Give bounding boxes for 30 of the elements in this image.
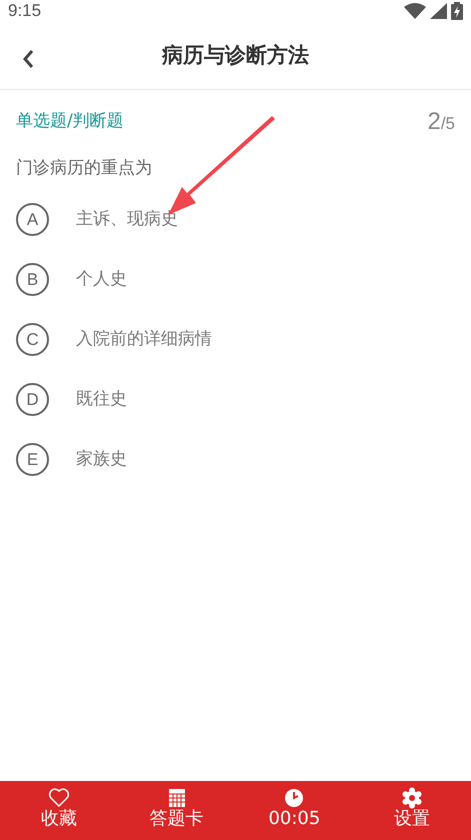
option-letter: A: [16, 203, 49, 236]
option-letter: B: [16, 263, 49, 296]
question-type: 单选题/判断题: [16, 110, 124, 134]
option-letter: E: [16, 443, 49, 476]
page-title: 病历与诊断方法: [162, 42, 309, 69]
heart-icon: [48, 787, 70, 809]
signal-icon: [430, 3, 447, 19]
toolbar-button[interactable]: 设置: [353, 781, 471, 840]
option-text: 个人史: [76, 268, 127, 291]
answer-option[interactable]: E 家族史: [0, 430, 471, 490]
option-letter: D: [16, 383, 49, 416]
question-total: /5: [440, 113, 455, 135]
answer-option[interactable]: C 入院前的详细病情: [0, 310, 471, 370]
clock-icon: [283, 787, 306, 809]
question-text: 门诊病历的重点为: [16, 158, 152, 178]
option-letter: C: [16, 323, 49, 356]
battery-icon: [451, 2, 463, 20]
answer-option[interactable]: D 既往史: [0, 370, 471, 430]
option-text: 既往史: [76, 388, 127, 411]
gear-icon: [401, 787, 424, 809]
toolbar-button[interactable]: 00:05: [236, 781, 354, 840]
toolbar-button[interactable]: 答题卡: [118, 781, 236, 840]
question-number: 2: [427, 107, 441, 137]
answer-option[interactable]: B 个人史: [0, 250, 471, 310]
option-text: 入院前的详细病情: [76, 328, 212, 351]
toolbar-button[interactable]: 收藏: [0, 781, 118, 840]
status-time: 9:15: [8, 0, 42, 22]
option-text: 家族史: [76, 448, 127, 471]
option-text: 主诉、现病史: [76, 208, 178, 231]
wifi-icon: [404, 3, 426, 19]
